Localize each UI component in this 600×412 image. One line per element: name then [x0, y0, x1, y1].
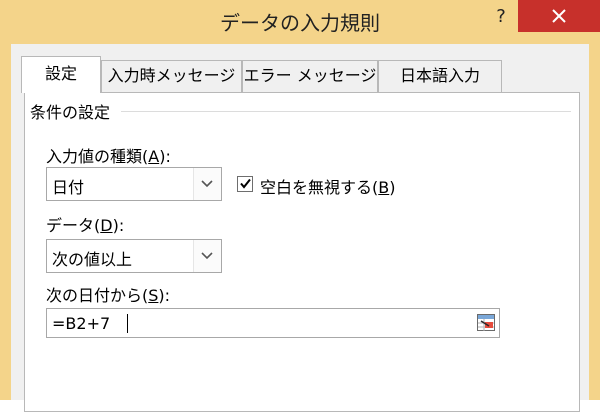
tab-label: 設定 [44, 64, 77, 83]
ignore-blank-label[interactable]: 空白を無視する(B) [260, 174, 395, 198]
allow-select-value: 日付 [52, 178, 85, 197]
chevron-down-icon [201, 180, 213, 188]
checkmark-icon [240, 178, 251, 189]
group-label: 条件の設定 [30, 99, 115, 123]
data-label: データ(D): [46, 216, 125, 235]
range-select-button[interactable] [473, 309, 499, 337]
allow-dropdown-button[interactable] [193, 168, 221, 200]
start-date-value: =B2+7 [52, 314, 111, 333]
chevron-down-icon [201, 252, 213, 260]
title-bar[interactable]: データの入力規則 ? [0, 0, 600, 44]
tab-error-alert[interactable]: エラー メッセージ [242, 60, 378, 92]
help-button[interactable]: ? [488, 4, 514, 30]
tab-settings[interactable]: 設定 [21, 56, 101, 93]
ignore-blank-checkbox[interactable] [237, 176, 253, 192]
help-icon: ? [496, 6, 506, 27]
tab-label: 日本語入力 [399, 66, 480, 85]
allow-label: 入力値の種類(A): [46, 147, 171, 166]
group-divider [121, 111, 571, 112]
tab-label: エラー メッセージ [243, 66, 377, 85]
dialog-window: データの入力規則 ? 設定 入力時メッセージ エラー メッセージ 日本語入力 条… [0, 0, 600, 412]
tab-input-message[interactable]: 入力時メッセージ [101, 60, 242, 92]
allow-select[interactable]: 日付 [46, 167, 222, 201]
text-caret [127, 314, 128, 333]
tab-label: 入力時メッセージ [107, 66, 236, 85]
data-operator-value: 次の値以上 [52, 250, 133, 269]
close-button[interactable] [518, 0, 600, 32]
close-icon [552, 9, 566, 23]
start-date-input[interactable]: =B2+7 [46, 308, 500, 338]
data-operator-select[interactable]: 次の値以上 [46, 239, 222, 273]
start-date-label: 次の日付から(S): [46, 286, 171, 305]
range-picker-icon [477, 314, 495, 331]
data-dropdown-button[interactable] [193, 240, 221, 272]
tab-ime-mode[interactable]: 日本語入力 [378, 60, 502, 92]
